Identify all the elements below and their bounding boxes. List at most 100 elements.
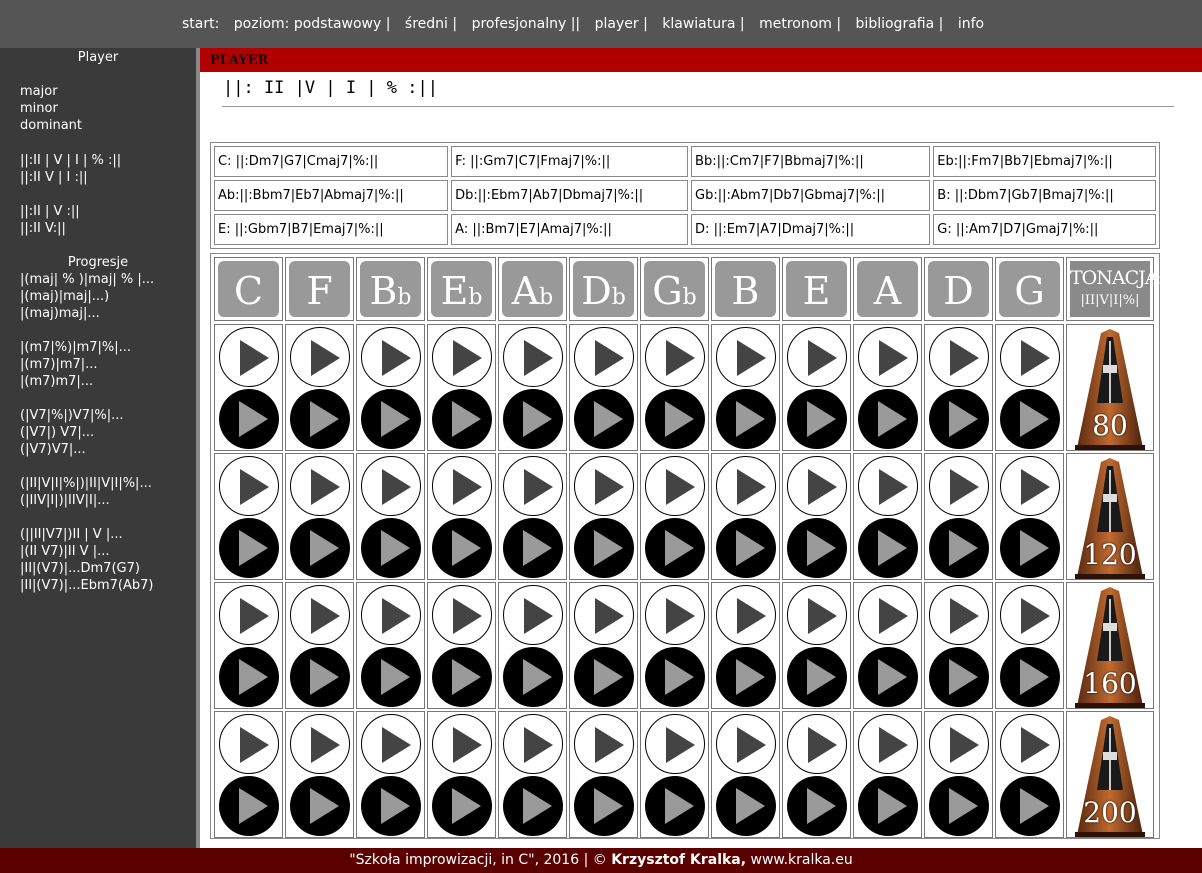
sidebar-item-minor[interactable]: minor [20,100,82,117]
play-button[interactable] [219,456,279,516]
play-button[interactable] [645,714,705,774]
play-button[interactable] [716,585,776,645]
play-backing-button[interactable] [219,389,279,449]
metronome-button[interactable]: 80 [1067,325,1153,452]
play-button[interactable] [1000,714,1060,774]
nav-item-sredni[interactable]: średni | [405,16,457,32]
play-button[interactable] [574,327,634,387]
sidebar-item-progression[interactable]: (|V7|%|)V7|%|... [20,407,123,424]
sidebar-item-progression[interactable]: |(m7)|m7|... [20,356,131,373]
play-backing-button[interactable] [787,647,847,707]
key-button[interactable]: A [857,261,918,317]
nav-item-info[interactable]: info [958,16,984,32]
play-button[interactable] [574,456,634,516]
play-backing-button[interactable] [1000,776,1060,836]
metronome-button[interactable]: 160 [1067,583,1153,710]
play-backing-button[interactable] [716,776,776,836]
play-button[interactable] [574,585,634,645]
nav-item-bibliografia[interactable]: bibliografia | [856,16,944,32]
play-button[interactable] [503,327,563,387]
play-backing-button[interactable] [503,389,563,449]
play-backing-button[interactable] [503,776,563,836]
play-button[interactable] [645,456,705,516]
key-button[interactable]: Eb [431,261,492,317]
key-button[interactable]: Ab [502,261,563,317]
play-backing-button[interactable] [290,389,350,449]
key-button[interactable]: C [218,261,279,317]
nav-item-profesjonalny[interactable]: profesjonalny || [472,16,581,32]
sidebar-item-progression[interactable]: (||II|V7|)II | V |... [20,526,153,543]
play-backing-button[interactable] [787,776,847,836]
metronome-button[interactable]: 120 [1067,454,1153,581]
key-button[interactable]: D [928,261,989,317]
play-button[interactable] [858,585,918,645]
play-backing-button[interactable] [929,389,989,449]
play-backing-button[interactable] [503,647,563,707]
play-backing-button[interactable] [574,518,634,578]
play-button[interactable] [858,714,918,774]
play-button[interactable] [858,456,918,516]
play-backing-button[interactable] [432,389,492,449]
play-backing-button[interactable] [219,518,279,578]
play-backing-button[interactable] [219,647,279,707]
play-button[interactable] [787,456,847,516]
sidebar-item-progression[interactable]: |II|(V7)|...Ebm7(Ab7) [20,577,153,594]
play-button[interactable] [1000,585,1060,645]
play-backing-button[interactable] [858,389,918,449]
play-backing-button[interactable] [432,776,492,836]
play-backing-button[interactable] [290,776,350,836]
play-backing-button[interactable] [361,776,421,836]
play-backing-button[interactable] [645,518,705,578]
play-backing-button[interactable] [716,647,776,707]
play-button[interactable] [219,714,279,774]
play-backing-button[interactable] [574,647,634,707]
sidebar-item-form[interactable]: ||:II V:|| [20,220,80,237]
play-button[interactable] [645,585,705,645]
sidebar-item-progression[interactable]: |(maj| % )|maj| % |... [20,271,186,288]
play-button[interactable] [432,327,492,387]
play-button[interactable] [929,327,989,387]
key-button[interactable]: Db [573,261,634,317]
play-button[interactable] [361,327,421,387]
play-button[interactable] [716,714,776,774]
play-backing-button[interactable] [361,647,421,707]
play-button[interactable] [503,714,563,774]
play-backing-button[interactable] [1000,389,1060,449]
nav-item-klawiatura[interactable]: klawiatura | [662,16,744,32]
play-button[interactable] [290,327,350,387]
sidebar-item-form[interactable]: ||:II V | I :|| [20,169,121,186]
play-backing-button[interactable] [432,647,492,707]
key-button[interactable]: E [786,261,847,317]
play-backing-button[interactable] [787,518,847,578]
sidebar-item-progression[interactable]: (|V7|) V7|... [20,424,123,441]
play-button[interactable] [645,327,705,387]
key-button[interactable]: F [289,261,350,317]
sidebar-item-progression[interactable]: (|V7)V7|... [20,441,123,458]
play-button[interactable] [432,456,492,516]
play-backing-button[interactable] [858,647,918,707]
play-button[interactable] [219,585,279,645]
play-backing-button[interactable] [219,776,279,836]
play-button[interactable] [290,585,350,645]
play-button[interactable] [290,714,350,774]
play-button[interactable] [219,327,279,387]
play-backing-button[interactable] [716,518,776,578]
play-button[interactable] [787,327,847,387]
footer-site-link[interactable]: www.kralka.eu [751,852,853,868]
sidebar-item-progression[interactable]: (|II|V|I|%|)|II|V|I|%|... [20,475,152,492]
play-button[interactable] [716,456,776,516]
play-button[interactable] [787,585,847,645]
play-backing-button[interactable] [858,518,918,578]
nav-item-podstawowy[interactable]: poziom: podstawowy | [234,16,391,32]
play-button[interactable] [1000,327,1060,387]
play-button[interactable] [1000,456,1060,516]
play-backing-button[interactable] [929,647,989,707]
play-button[interactable] [787,714,847,774]
play-backing-button[interactable] [361,518,421,578]
sidebar-item-major[interactable]: major [20,83,82,100]
play-backing-button[interactable] [929,776,989,836]
nav-item-metronom[interactable]: metronom | [759,16,841,32]
play-button[interactable] [361,714,421,774]
key-button[interactable]: Bb [360,261,421,317]
play-backing-button[interactable] [432,518,492,578]
